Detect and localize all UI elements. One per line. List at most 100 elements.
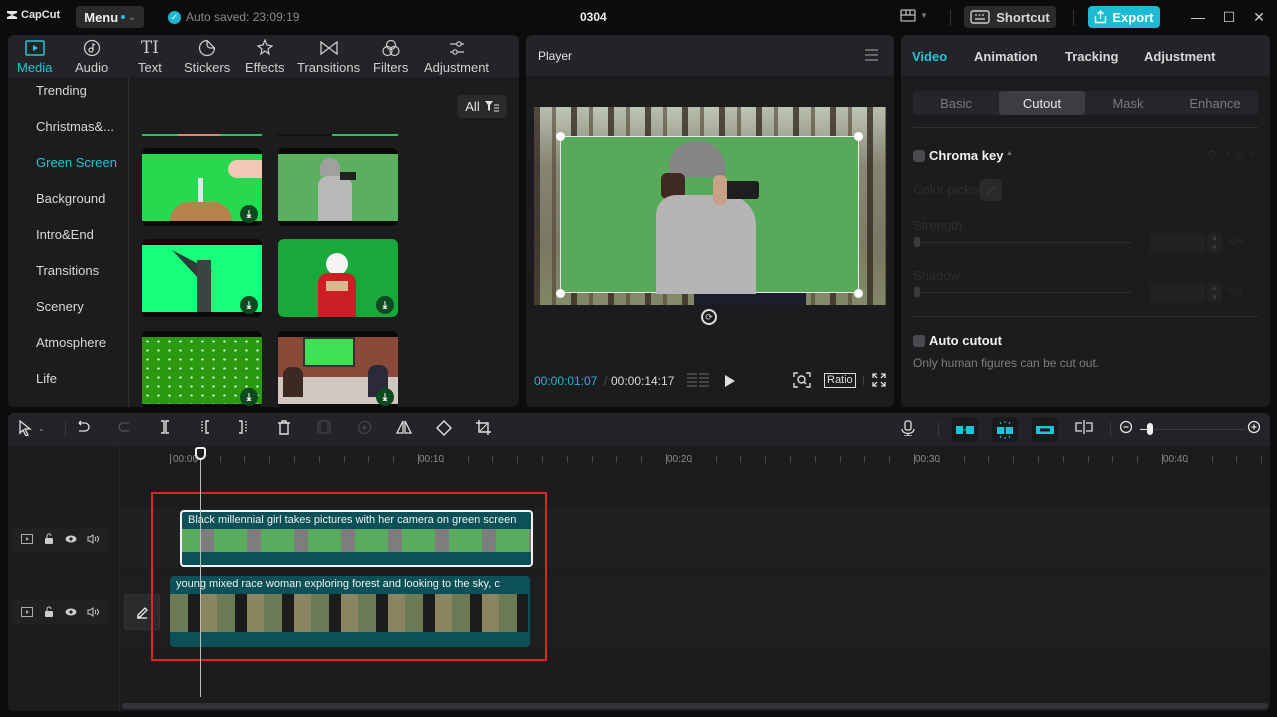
category-scenery[interactable]: Scenery <box>36 299 84 314</box>
cover-icon[interactable] <box>20 605 34 619</box>
shadow-input[interactable] <box>1150 283 1205 303</box>
download-icon[interactable]: ⤓ <box>376 296 394 314</box>
chroma-key-checkbox[interactable] <box>913 150 925 162</box>
horizontal-scrollbar[interactable] <box>122 703 1268 709</box>
timecode-grid-icon[interactable] <box>687 373 709 391</box>
category-transitions[interactable]: Transitions <box>36 263 99 278</box>
shadow-slider-thumb[interactable] <box>914 287 920 297</box>
zoom-fit-button[interactable] <box>793 372 811 391</box>
thumbnail-santa[interactable]: ⤓ <box>278 239 398 317</box>
lock-icon[interactable] <box>42 605 56 619</box>
thumbnail-cake[interactable]: ⤓ <box>142 148 262 226</box>
tab-media[interactable]: Media <box>17 38 52 75</box>
category-atmosphere[interactable]: Atmosphere <box>36 335 106 350</box>
tab-tracking[interactable]: Tracking <box>1065 49 1118 64</box>
ratio-button[interactable]: Ratio <box>824 373 856 388</box>
strength-input[interactable] <box>1150 233 1205 253</box>
playhead-handle[interactable] <box>195 447 206 460</box>
reset-icon[interactable]: ⟲ <box>1206 148 1215 161</box>
collapse-caret-icon[interactable]: ▲ <box>1006 150 1013 157</box>
split-button[interactable] <box>158 420 172 434</box>
tab-stickers[interactable]: Stickers <box>184 38 230 75</box>
tab-video[interactable]: Video <box>912 49 947 64</box>
eye-icon[interactable] <box>64 605 78 619</box>
layout-button[interactable]: ▼ <box>900 9 928 22</box>
rotate-button[interactable] <box>436 420 452 436</box>
undo-button[interactable] <box>76 420 90 434</box>
tab-audio[interactable]: Audio <box>75 38 108 75</box>
audio-icon[interactable] <box>86 605 100 619</box>
subtab-enhance[interactable]: Enhance <box>1172 91 1258 115</box>
zoom-in-button[interactable] <box>1247 420 1261 434</box>
keyframe-diamond-icon[interactable]: ◇ <box>1235 148 1243 161</box>
strength-slider[interactable] <box>915 242 1132 243</box>
resize-handle-bottom-right[interactable] <box>854 289 863 298</box>
cover-icon[interactable] <box>20 532 34 546</box>
shadow-stepper[interactable]: ▲ ▼ <box>1207 283 1222 303</box>
menu-button[interactable]: Menu ⌄ <box>76 6 144 28</box>
tab-text[interactable]: TI Text <box>138 38 162 75</box>
keyframe-controls-icon[interactable]: ‹◇› <box>1227 234 1243 247</box>
category-intro-end[interactable]: Intro&End <box>36 227 94 242</box>
filter-button[interactable]: All <box>457 95 507 118</box>
close-button[interactable]: ✕ <box>1251 9 1267 26</box>
zoom-slider[interactable] <box>1145 429 1245 430</box>
main-track-magnet-button[interactable] <box>952 417 978 442</box>
playhead[interactable] <box>200 449 201 697</box>
auto-cutout-checkbox[interactable] <box>913 335 925 347</box>
category-christmas[interactable]: Christmas&... <box>36 119 114 134</box>
subtab-mask[interactable]: Mask <box>1085 91 1171 115</box>
auto-snap-button[interactable] <box>992 417 1018 442</box>
category-background[interactable]: Background <box>36 191 105 206</box>
audio-icon[interactable] <box>86 532 100 546</box>
redo-button[interactable] <box>118 420 132 434</box>
delete-left-button[interactable] <box>198 420 212 434</box>
delete-right-button[interactable] <box>236 420 250 434</box>
resize-handle-bottom-left[interactable] <box>556 289 565 298</box>
tab-filters[interactable]: Filters <box>373 38 408 75</box>
crop-button[interactable] <box>476 420 491 435</box>
thumbnail-angel[interactable]: ⤓ <box>142 239 262 317</box>
download-icon[interactable]: ⤓ <box>376 388 394 406</box>
strength-slider-thumb[interactable] <box>914 237 920 247</box>
delete-button[interactable] <box>277 420 291 435</box>
video-preview[interactable] <box>534 107 886 305</box>
tab-adjustment[interactable]: Adjustment <box>424 38 489 75</box>
tab-effects[interactable]: Effects <box>245 38 285 75</box>
maximize-button[interactable]: ☐ <box>1221 9 1237 26</box>
rotate-icon[interactable]: ⟳ <box>701 309 717 325</box>
category-trending[interactable]: Trending <box>36 83 87 98</box>
prev-keyframe-icon[interactable]: ‹ <box>1227 148 1231 160</box>
keyframe-controls-icon[interactable]: ‹◇› <box>1227 284 1243 297</box>
download-icon[interactable]: ⤓ <box>240 296 258 314</box>
category-life[interactable]: Life <box>36 371 57 386</box>
minimize-button[interactable]: — <box>1190 9 1206 25</box>
thumbnail-photographer[interactable] <box>278 148 398 226</box>
resize-handle-top-left[interactable] <box>556 132 565 141</box>
download-icon[interactable]: ⤓ <box>240 388 258 406</box>
freeze-button[interactable] <box>317 420 331 434</box>
tab-adjustment[interactable]: Adjustment <box>1144 49 1216 64</box>
record-voiceover-button[interactable] <box>901 420 915 436</box>
subtab-basic[interactable]: Basic <box>913 91 999 115</box>
reverse-button[interactable] <box>357 420 372 435</box>
preview-axis-button[interactable] <box>1075 420 1093 434</box>
export-button[interactable]: Export <box>1088 6 1160 28</box>
shadow-slider[interactable] <box>915 292 1132 293</box>
resize-handle-top-right[interactable] <box>854 132 863 141</box>
linkage-button[interactable] <box>1032 417 1058 442</box>
next-keyframe-icon[interactable]: › <box>1249 148 1253 160</box>
category-green-screen[interactable]: Green Screen <box>36 155 117 170</box>
mirror-button[interactable] <box>396 420 412 434</box>
eye-icon[interactable] <box>64 532 78 546</box>
overlay-clip-box[interactable] <box>560 136 859 294</box>
subtab-cutout[interactable]: Cutout <box>999 91 1085 115</box>
shortcut-button[interactable]: Shortcut <box>964 6 1056 28</box>
play-button[interactable] <box>724 374 736 391</box>
zoom-out-button[interactable] <box>1119 420 1133 434</box>
select-tool-button[interactable]: ⌄ <box>18 420 45 436</box>
strength-stepper[interactable]: ▲ ▼ <box>1207 233 1222 253</box>
thumbnail-office[interactable]: ⤓ <box>278 331 398 407</box>
thumbnail-snow[interactable]: ⤓ <box>142 331 262 407</box>
zoom-slider-thumb[interactable] <box>1147 423 1153 435</box>
